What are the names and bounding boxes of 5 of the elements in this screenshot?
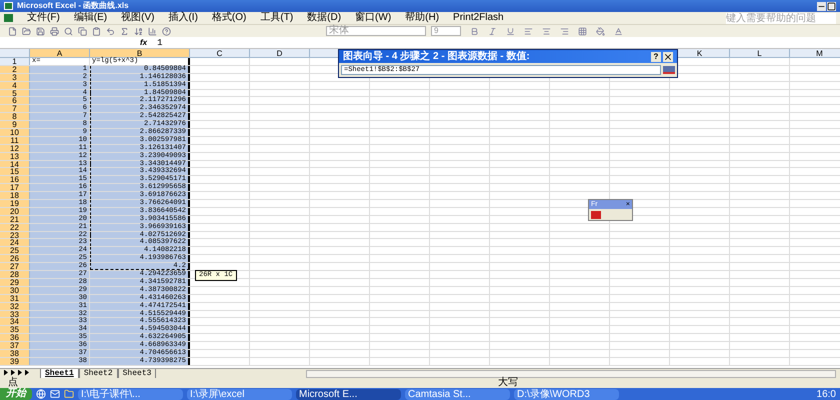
status-text: 点 <box>8 378 18 388</box>
dialog-title: 图表向导 - 4 步骤之 2 - 图表源数据 - 数值: <box>343 50 530 62</box>
clock: 16:0 <box>816 388 836 400</box>
caps-lock-indicator: 大写 <box>498 378 518 388</box>
window-title: Microsoft Excel - 函数曲线.xls <box>17 1 129 11</box>
